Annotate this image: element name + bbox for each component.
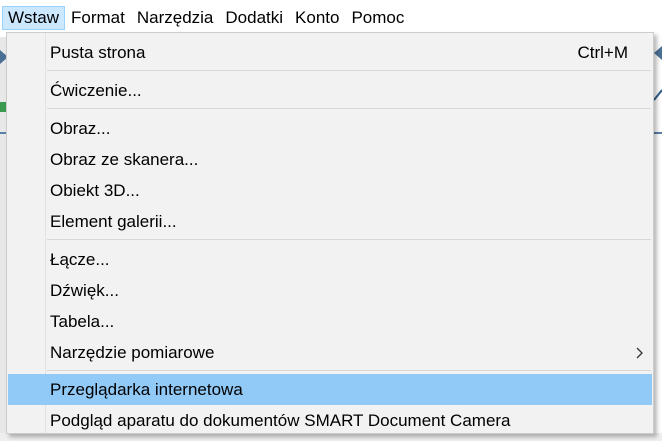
menu-item-label: Ćwiczenie... (50, 81, 142, 100)
menu-item-document-camera-preview[interactable]: Podgląd aparatu do dokumentów SMART Docu… (8, 405, 652, 436)
menu-pomoc[interactable]: Pomoc (345, 6, 410, 30)
menu-separator (47, 108, 651, 109)
menu-item-label: Dźwięk... (50, 281, 119, 300)
menu-item-label: Obiekt 3D... (50, 181, 140, 200)
menu-separator (47, 370, 651, 371)
menu-format[interactable]: Format (65, 6, 131, 30)
menu-item-image[interactable]: Obraz... (8, 113, 652, 144)
menu-item-label: Podgląd aparatu do dokumentów SMART Docu… (50, 411, 511, 430)
insert-dropdown-menu: Pusta strona Ctrl+M Ćwiczenie... Obraz..… (6, 32, 654, 434)
menu-item-image-from-scanner[interactable]: Obraz ze skanera... (8, 144, 652, 175)
menu-item-measurement-tool[interactable]: Narzędzie pomiarowe (8, 337, 652, 368)
menu-item-blank-page[interactable]: Pusta strona Ctrl+M (8, 37, 652, 68)
menu-separator (47, 70, 651, 71)
menu-dodatki[interactable]: Dodatki (219, 6, 289, 30)
menu-item-label: Narzędzie pomiarowe (50, 343, 215, 362)
menu-item-gallery-element[interactable]: Element galerii... (8, 206, 652, 237)
menu-item-label: Obraz... (50, 119, 111, 138)
menu-item-link[interactable]: Łącze... (8, 244, 652, 275)
chevron-right-icon (636, 347, 643, 359)
shortcut-label: Ctrl+M (577, 43, 628, 62)
menu-item-label: Pusta strona (50, 43, 146, 62)
menu-konto[interactable]: Konto (289, 6, 345, 30)
menu-item-label: Obraz ze skanera... (50, 150, 199, 169)
menu-item-table[interactable]: Tabela... (8, 306, 652, 337)
menu-item-label: Tabela... (50, 312, 115, 331)
menu-wstaw[interactable]: Wstaw (2, 6, 65, 30)
menu-item-sound[interactable]: Dźwięk... (8, 275, 652, 306)
menu-item-label: Łącze... (50, 250, 110, 269)
menu-item-web-browser[interactable]: Przeglądarka internetowa (8, 374, 652, 405)
menu-item-exercise[interactable]: Ćwiczenie... (8, 75, 652, 106)
menu-item-label: Przeglądarka internetowa (50, 380, 243, 399)
menu-item-3d-object[interactable]: Obiekt 3D... (8, 175, 652, 206)
menu-narzedzia[interactable]: Narzędzia (131, 6, 220, 30)
menu-separator (47, 239, 651, 240)
menu-item-label: Element galerii... (50, 212, 177, 231)
